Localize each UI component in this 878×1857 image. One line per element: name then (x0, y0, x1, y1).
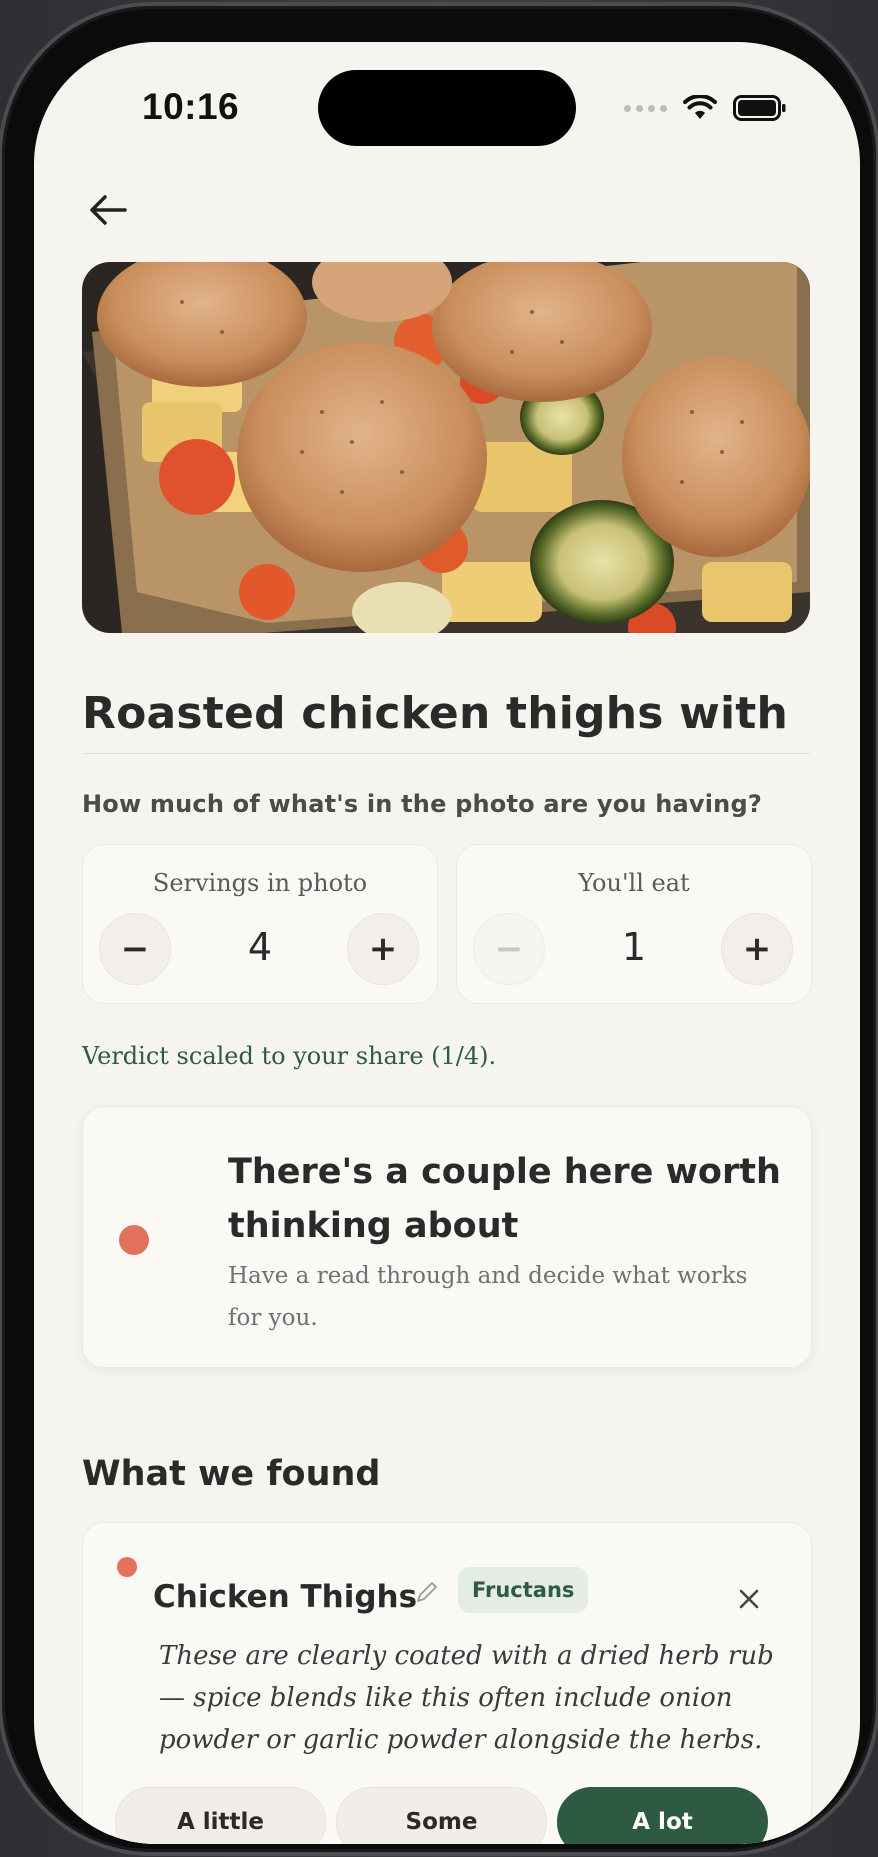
status-icons (624, 88, 787, 128)
verdict-card: There's a couple here worth thinking abo… (82, 1106, 812, 1368)
recipe-title: Roasted chicken thighs with (82, 688, 789, 739)
back-button[interactable] (80, 182, 136, 238)
servings-in-photo-stepper: Servings in photo − 4 + (82, 844, 438, 1004)
meal-photo (82, 262, 810, 633)
wifi-icon (683, 95, 717, 119)
verdict-title: There's a couple here worth thinking abo… (228, 1152, 781, 1246)
servings-increment-button[interactable]: + (347, 913, 419, 985)
verdict-subtitle: Have a read through and decide what work… (228, 1263, 748, 1331)
phone-screen: 10:16 Roasted chicken thighs with How mu… (34, 42, 860, 1844)
finding-status-dot (117, 1557, 137, 1577)
you-eat-label: You'll eat (578, 869, 690, 897)
verdict-scale-note: Verdict scaled to your share (1/4). (82, 1042, 497, 1070)
verdict-status-dot (119, 1225, 149, 1255)
amount-some-button[interactable]: Some (336, 1787, 547, 1844)
amount-a-little-button[interactable]: A little (115, 1787, 326, 1844)
status-time: 10:16 (142, 86, 240, 127)
amount-selector: A little Some A lot (115, 1787, 768, 1844)
title-divider (82, 753, 810, 754)
finding-description: These are clearly coated with a dried he… (159, 1641, 774, 1755)
arrow-left-icon (90, 195, 127, 225)
remove-finding-button[interactable] (729, 1579, 769, 1619)
pencil-icon[interactable] (415, 1580, 439, 1604)
finding-name: Chicken Thighs (153, 1579, 418, 1615)
you-eat-stepper: You'll eat − 1 + (456, 844, 812, 1004)
phone-bezel: 10:16 Roasted chicken thighs with How mu… (2, 6, 876, 1852)
fodmap-tag: Fructans (458, 1567, 589, 1613)
device-frame: 10:16 Roasted chicken thighs with How mu… (0, 0, 878, 1857)
portion-question: How much of what's in the photo are you … (82, 790, 762, 818)
findings-section-title: What we found (82, 1454, 381, 1494)
amount-a-lot-button[interactable]: A lot (557, 1787, 768, 1844)
dynamic-island (318, 70, 576, 146)
battery-icon (733, 95, 786, 121)
signal-icon (624, 104, 667, 112)
you-eat-increment-button[interactable]: + (721, 913, 793, 985)
close-icon (739, 1589, 759, 1609)
finding-card: Chicken Thighs Fructans These are clearl… (82, 1522, 812, 1844)
servings-in-photo-label: Servings in photo (152, 869, 368, 897)
